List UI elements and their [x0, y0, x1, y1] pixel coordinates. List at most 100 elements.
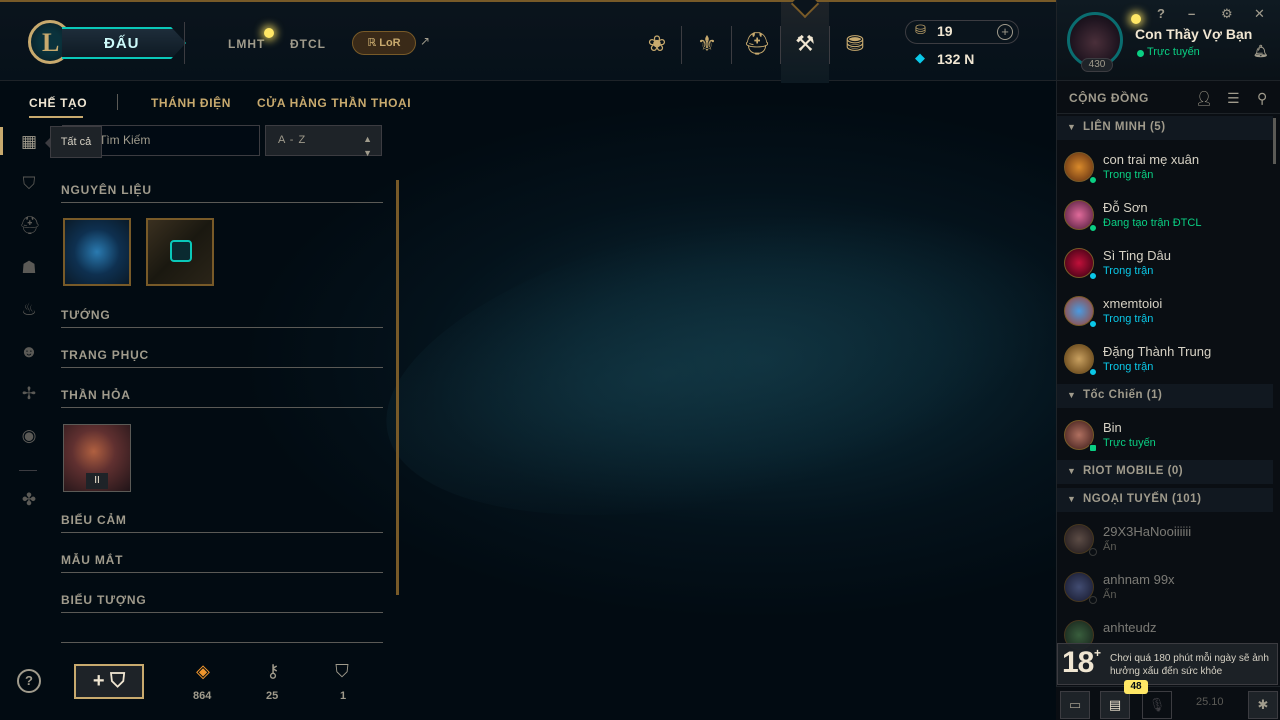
flame-icon[interactable]: ♨ [19, 300, 39, 320]
divider [117, 94, 118, 110]
summoner-name: Con Thầy Vợ Bạn [1135, 26, 1253, 42]
summoner-status: Trực tuyến [1147, 46, 1200, 58]
loot-scrollbar[interactable] [396, 180, 399, 595]
top-navigation-bar: L ĐẤU LMHT ĐTCL ℝ LoR ↗ ❀ ⚜ ⛑ ⚒ ⛃ ⛁ 19 +… [0, 0, 1056, 83]
friend-list-item[interactable]: con trai mẹ xuân Trong trận [1057, 144, 1273, 192]
mask-icon[interactable]: ☗ [19, 258, 39, 278]
voice-icon[interactable]: 🎙︎ [1142, 691, 1172, 719]
status-dot-icon [1089, 272, 1097, 280]
chat-icon[interactable]: ▭ [1060, 691, 1090, 719]
friend-group-header[interactable]: ▼ LIÊN MINH (5) [1057, 116, 1273, 140]
friend-group-header[interactable]: ▼ RIOT MOBILE (0) [1057, 460, 1273, 484]
section-skins[interactable]: TRANG PHỤC [61, 348, 383, 368]
friend-group-header[interactable]: ▼ NGOẠI TUYẾN (101) [1057, 488, 1273, 512]
friend-list-item[interactable]: anhnam 99x Ẩn [1057, 564, 1273, 612]
rp-icon: ⛁ [915, 22, 926, 37]
client-version: 25.10 [1196, 696, 1224, 708]
friend-group-header[interactable]: ▼ Tốc Chiến (1) [1057, 384, 1273, 408]
section-title: TRANG PHỤC [61, 348, 149, 362]
help-button[interactable]: ? [1157, 6, 1165, 21]
tab-crafting[interactable]: CHẾ TẠO [29, 96, 87, 110]
nav-lmht[interactable]: LMHT [228, 37, 265, 51]
friend-name: Đặng Thành Trung [1103, 344, 1212, 359]
friend-name: xmemtoioi [1103, 296, 1163, 311]
champion-helmet-icon[interactable]: ⛑ [19, 216, 41, 236]
social-bottom-bar: ▭ ▤ 🎙︎ ✱ [1056, 686, 1280, 720]
ward-icon[interactable]: ✢ [19, 384, 39, 404]
group-label: Tốc Chiến (1) [1083, 389, 1163, 401]
tooltip: Tất cả [45, 126, 102, 158]
summoner-icon[interactable]: ◉ [19, 426, 39, 446]
section-materials[interactable]: NGUYÊN LIỆU [61, 183, 383, 203]
rail-active-indicator [0, 127, 3, 155]
key-fragment-tile[interactable] [63, 218, 131, 286]
lor-label: LoR [379, 37, 401, 49]
divider [829, 26, 830, 64]
divider [681, 26, 682, 64]
grid-all-icon[interactable]: ▦ [19, 132, 39, 152]
status-dot-icon [1089, 548, 1097, 556]
bug-report-icon[interactable]: ✱ [1248, 691, 1278, 719]
status-dot-icon [1089, 320, 1097, 328]
minimize-button[interactable]: – [1188, 6, 1195, 21]
friend-status: Trong trận [1103, 361, 1154, 373]
eternal-tile[interactable]: II [63, 424, 131, 492]
friend-name: Đỗ Sơn [1103, 200, 1148, 215]
list-icon[interactable]: ☰ [1227, 90, 1240, 107]
divider [61, 642, 383, 643]
missions-icon[interactable]: ▤ [1100, 691, 1130, 719]
profile-icon[interactable]: ⚜ [683, 24, 731, 64]
friend-list-item[interactable]: Đỗ Sơn Đang tạo trận ĐTCL [1057, 192, 1273, 240]
close-button[interactable]: ✕ [1254, 6, 1265, 22]
buy-rp-button[interactable]: + [997, 24, 1013, 40]
chest-icon[interactable]: ⛉ [19, 174, 39, 194]
add-friend-icon[interactable]: 👤︎ [1195, 90, 1213, 107]
store-icon[interactable]: ⛃ [831, 24, 879, 64]
emote-icon[interactable]: ☻ [19, 342, 39, 362]
lor-button[interactable]: ℝ LoR [352, 31, 416, 55]
friend-list-item[interactable]: 29X3HaNooiiiiii Ẩn [1057, 516, 1273, 564]
section-title: BIỂU CẢM [61, 513, 127, 527]
chevron-down-icon: ▼ [1067, 122, 1076, 132]
section-champions[interactable]: TƯỚNG [61, 308, 383, 328]
section-eternals[interactable]: THẦN HỎA [61, 388, 383, 408]
sort-select[interactable]: A - Z ▲ ▼ [265, 125, 382, 158]
eternal-level-label: II [86, 473, 108, 489]
section-ward-skins[interactable]: MẪU MẮT [61, 553, 383, 573]
section-title: BIỂU TƯỢNG [61, 593, 147, 607]
help-button[interactable]: ? [17, 669, 41, 693]
section-title: NGUYÊN LIỆU [61, 183, 152, 197]
friend-list-item[interactable]: Đặng Thành Trung Trong trận [1057, 336, 1273, 384]
settings-button[interactable]: ⚙ [1221, 6, 1233, 22]
loot-icon[interactable]: ⚒ [781, 24, 829, 64]
home-icon[interactable]: ❀ [633, 24, 681, 64]
friend-list-item[interactable]: Sì Ting Dâu Trong trận [1057, 240, 1273, 288]
hextech-chest-tile[interactable] [146, 218, 214, 286]
play-button[interactable]: ĐẤU [62, 27, 186, 59]
community-header: CỘNG ĐỒNG 👤︎ ☰ ⚲ [1057, 82, 1280, 114]
friend-list-item[interactable]: Bin Trực tuyến [1057, 412, 1273, 460]
chest-icon: ⛉ [110, 670, 126, 692]
plus-icon: + [92, 670, 105, 692]
nav-dtcl[interactable]: ĐTCL [290, 37, 326, 51]
friend-status: Ẩn [1103, 589, 1117, 601]
notification-dot-icon [264, 28, 274, 38]
section-icons[interactable]: BIỂU TƯỢNG [61, 593, 383, 613]
notification-dot-icon [1131, 14, 1141, 24]
divider [731, 26, 732, 64]
divider [61, 202, 383, 203]
tab-mythic-shop[interactable]: CỬA HÀNG THẦN THOẠI [257, 96, 411, 110]
craft-chest-button[interactable]: + ⛉ [74, 664, 144, 699]
friend-list-item[interactable]: xmemtoioi Trong trận [1057, 288, 1273, 336]
section-emotes[interactable]: BIỂU CẢM [61, 513, 383, 533]
friend-list-scrollbar[interactable] [1273, 118, 1276, 164]
other-icon[interactable]: ✤ [19, 490, 39, 510]
friend-name: Bin [1103, 420, 1122, 435]
tab-sanctum[interactable]: THÁNH ĐIỆN [151, 96, 231, 110]
search-icon[interactable]: ⚲ [1257, 90, 1267, 107]
collection-icon[interactable]: ⛑ [733, 24, 781, 64]
mobile-status-icon [1089, 444, 1097, 452]
bell-icon[interactable]: 🔔︎ [1253, 44, 1268, 58]
profile-header[interactable]: 430 Con Thầy Vợ Bạn Trực tuyến ? – ⚙ ✕ 🔔… [1057, 0, 1280, 81]
external-link-icon: ↗ [420, 34, 431, 48]
